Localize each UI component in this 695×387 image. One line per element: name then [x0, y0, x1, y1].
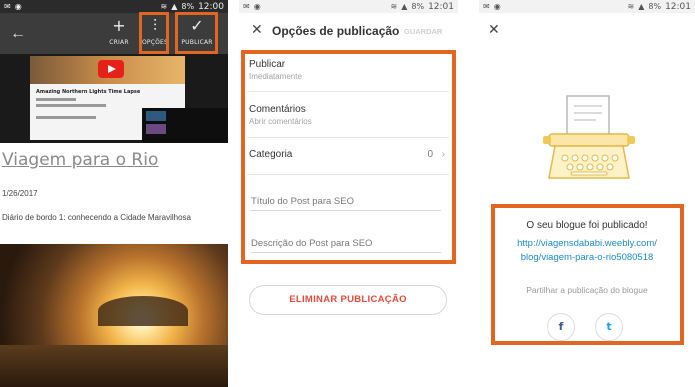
- options-highlight: [139, 12, 169, 54]
- signal-icon: ▲: [401, 2, 408, 11]
- status-time: 12:01: [428, 1, 454, 12]
- battery-level: 8%: [181, 2, 195, 11]
- notification-icon: ✉: [243, 2, 250, 11]
- wifi-icon: ≋: [390, 2, 398, 11]
- close-icon[interactable]: ✕: [488, 22, 500, 38]
- status-time: 12:01: [665, 1, 691, 12]
- editor-screen: ✉ ◉ ≋ ▲ 8% 12:00 ← + CRIAR ⫶ OPÇÕES ✓ PUBLIC…: [0, 0, 228, 387]
- wifi-icon: ≋: [627, 2, 635, 11]
- platen: [548, 133, 630, 147]
- whatsapp-icon: ◉: [14, 2, 22, 11]
- video-meta-line: [36, 104, 106, 107]
- video-meta-line: [36, 98, 76, 101]
- battery-level: 8%: [648, 2, 662, 11]
- publish-highlight: [175, 12, 218, 54]
- typewriter-illustration: [543, 95, 635, 179]
- notification-icon: ✉: [4, 2, 11, 11]
- whatsapp-icon: ◉: [493, 2, 501, 11]
- create-button[interactable]: + CRIAR: [106, 13, 132, 54]
- create-label: CRIAR: [109, 39, 129, 46]
- signal-icon: ▲: [171, 2, 178, 11]
- battery-level: 8%: [411, 2, 425, 11]
- video-meta-line: [36, 116, 96, 119]
- options-header: ✕ Opções de publicação GUARDAR: [239, 13, 458, 50]
- post-title[interactable]: Viagem para o Rio: [2, 150, 158, 170]
- sunset-photo-hill: [98, 296, 188, 326]
- video-screenshot-image: Amazing Northern Lights Time Lapse: [0, 54, 228, 143]
- signal-icon: ▲: [638, 2, 645, 11]
- status-bar: ✉ ◉ ≋ ▲ 8% 12:01: [479, 0, 695, 13]
- arrow-left-icon[interactable]: ←: [10, 25, 26, 43]
- published-highlight: [491, 204, 684, 345]
- delete-post-button[interactable]: ELIMINAR PUBLICAÇÃO: [249, 285, 447, 315]
- related-thumb: [146, 124, 166, 134]
- page-title: Opções de publicação: [272, 24, 400, 38]
- video-title: Amazing Northern Lights Time Lapse: [36, 89, 141, 95]
- post-date: 1/26/2017: [2, 189, 38, 198]
- status-bar: ✉ ◉ ≋ ▲ 8% 12:01: [239, 0, 458, 13]
- post-snippet: Diário de bordo 1: conhecendo a Cidade M…: [2, 213, 192, 222]
- save-button[interactable]: GUARDAR: [404, 27, 442, 36]
- plus-icon: +: [112, 16, 126, 35]
- status-time: 12:00: [198, 1, 224, 12]
- notification-icon: ✉: [483, 2, 490, 11]
- sunset-photo-ground: [0, 345, 228, 387]
- whatsapp-icon: ◉: [253, 2, 261, 11]
- wifi-icon: ≋: [160, 2, 168, 11]
- play-icon: [98, 60, 124, 78]
- options-form-highlight: [241, 50, 456, 264]
- video-sidebar-image: [142, 108, 228, 143]
- close-icon[interactable]: ✕: [251, 22, 263, 38]
- related-thumb: [146, 111, 166, 121]
